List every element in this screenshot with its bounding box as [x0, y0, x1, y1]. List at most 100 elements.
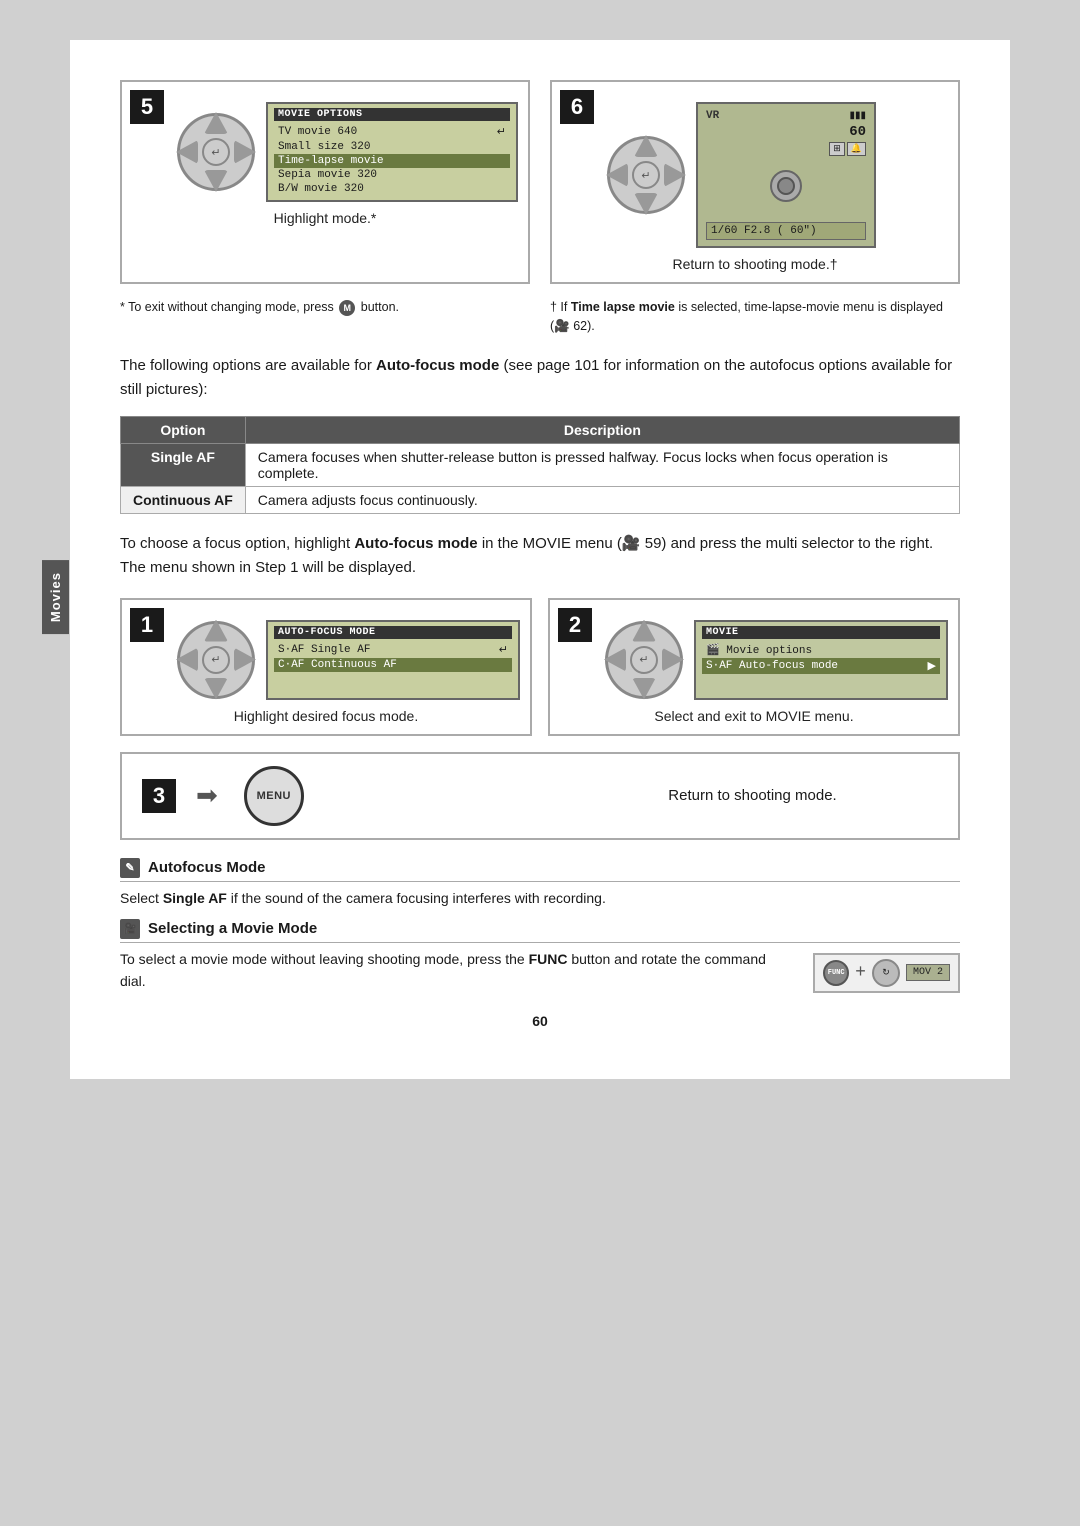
menu-icon-inline: M [339, 300, 355, 316]
footnote-2: † If Time lapse movie is selected, time-… [550, 298, 960, 336]
menu-button[interactable]: MENU [244, 766, 304, 826]
focus-pre: To choose a focus option, highlight [120, 535, 354, 552]
footnote-1-text: To exit without changing mode, press [128, 300, 334, 314]
tip-selecting-header: 🎥 Selecting a Movie Mode [120, 919, 960, 943]
lcd-5-item-3: Sepia movie 320 [274, 168, 510, 182]
lcd-1: AUTO-FOCUS MODE S·AF Single AF ↵ C·AF Co… [266, 620, 520, 700]
step-6-number: 6 [560, 90, 594, 124]
camera-screen-6: VR ▮▮▮ 60 ⊞ 🔔 1/60 F2.8 ( [696, 102, 876, 248]
tip-autofocus-header: ✎ Autofocus Mode [120, 858, 960, 882]
tip-autofocus-icon: ✎ [120, 858, 140, 878]
tip-autofocus: ✎ Autofocus Mode Select Single AF if the… [120, 858, 960, 909]
lcd-5: MOVIE OPTIONS TV movie 640 ↵ Small size … [266, 102, 518, 202]
battery-icon: ▮▮▮ [849, 110, 866, 122]
lcd-2-item-0: 🎬 Movie options [702, 642, 940, 658]
dpad-6-center[interactable]: ↵ [632, 161, 660, 189]
af-steps-row: 1 ↵ AUTO-FOCUS MODE S·AF Single AF ↵ C·A… [120, 598, 960, 736]
step-3-number: 3 [142, 779, 176, 813]
lcd-5-item-1: Small size 320 [274, 140, 510, 154]
lcd-1-item-1: C·AF Continuous AF [274, 658, 512, 672]
lens-icon [770, 170, 802, 202]
table-row-1-desc: Camera focuses when shutter-release butt… [245, 443, 959, 486]
focus-text: To choose a focus option, highlight Auto… [120, 532, 960, 580]
desc-bold: Auto-focus mode [376, 357, 499, 374]
step-5-box: 5 ↵ MOVIE OPTIONS TV movie 640 ↵ Small s… [120, 80, 530, 284]
lcd-2-item-1: S·AF Auto-focus mode▶ [702, 658, 940, 674]
tip-af-bold: Single AF [163, 890, 227, 906]
lcd-5-item-4: B/W movie 320 [274, 182, 510, 196]
step-1-box: 1 ↵ AUTO-FOCUS MODE S·AF Single AF ↵ C·A… [120, 598, 532, 736]
dpad-1: ↵ [176, 620, 256, 700]
step-3-row: 3 ➡ MENU Return to shooting mode. [120, 752, 960, 840]
step-6-caption: Return to shooting mode.† [562, 256, 948, 272]
command-dial-icon: ↻ [872, 959, 900, 987]
lcd-2: MOVIE 🎬 Movie options S·AF Auto-focus mo… [694, 620, 948, 700]
icon1: ⊞ [829, 142, 845, 156]
dpad-6: ↵ [606, 135, 686, 215]
lcd-5-item-0: TV movie 640 ↵ [274, 124, 510, 140]
lcd-5-item-2: Time-lapse movie [274, 154, 510, 168]
icon2: 🔔 [847, 142, 866, 156]
table-row-1: Single AF Camera focuses when shutter-re… [121, 443, 960, 486]
footnote-1-text2: button. [361, 300, 399, 314]
shooting-info: 1/60 F2.8 ( 60") [706, 222, 866, 240]
desc-paragraph: The following options are available for … [120, 354, 960, 402]
step-1-content: ↵ AUTO-FOCUS MODE S·AF Single AF ↵ C·AF … [132, 610, 520, 700]
tip-autofocus-text: Select Single AF if the sound of the cam… [120, 887, 960, 909]
page-number: 60 [120, 1013, 960, 1029]
table-row-2-desc: Camera adjusts focus continuously. [245, 486, 959, 513]
step-3-content: ➡ MENU [176, 766, 567, 826]
vr-label: VR [706, 110, 719, 156]
step-3-caption-area: Return to shooting mode. [567, 787, 938, 804]
lcd-5-title: MOVIE OPTIONS [274, 108, 510, 121]
step-6-box: 6 ↵ VR ▮▮▮ 60 [550, 80, 960, 284]
steps-row-top: 5 ↵ MOVIE OPTIONS TV movie 640 ↵ Small s… [120, 80, 960, 284]
lcd-1-title: AUTO-FOCUS MODE [274, 626, 512, 639]
footnote-1: * To exit without changing mode, press M… [120, 298, 530, 336]
lcd-2-title: MOVIE [702, 626, 940, 639]
dpad-1-center[interactable]: ↵ [202, 646, 230, 674]
step-1-number: 1 [130, 608, 164, 642]
table-row-2-option: Continuous AF [121, 486, 246, 513]
table-row-2: Continuous AF Camera adjusts focus conti… [121, 486, 960, 513]
step-2-box: 2 ↵ MOVIE 🎬 Movie options S·AF Auto-focu… [548, 598, 960, 736]
step-5-number: 5 [130, 90, 164, 124]
bottom-camera-image: FUNC + ↻ MOV 2 [813, 953, 960, 993]
step-6-content: ↵ VR ▮▮▮ 60 ⊞ 🔔 [562, 92, 948, 248]
step-5-content: ↵ MOVIE OPTIONS TV movie 640 ↵ Small siz… [132, 92, 518, 202]
func-button-icon: FUNC [823, 960, 849, 986]
options-table: Option Description Single AF Camera focu… [120, 416, 960, 514]
focus-bold: Auto-focus mode [354, 535, 477, 552]
footnote-2-bold: Time lapse movie [571, 300, 675, 314]
desc-pre: The following options are available for [120, 357, 376, 374]
step-2-content: ↵ MOVIE 🎬 Movie options S·AF Auto-focus … [560, 610, 948, 700]
tip-selecting-text: To select a movie mode without leaving s… [120, 948, 793, 993]
side-tab: Movies [42, 560, 69, 634]
dpad-5: ↵ [176, 112, 256, 192]
lcd-1-item-0: S·AF Single AF ↵ [274, 642, 512, 658]
dpad-center[interactable]: ↵ [202, 138, 230, 166]
page-content: Movies 5 ↵ MOVIE OPTIONS TV movie 640 ↵ [70, 40, 1010, 1079]
mode-display: MOV 2 [906, 964, 950, 981]
tip-sel-bold: FUNC [529, 951, 568, 967]
step-3-caption: Return to shooting mode. [668, 787, 836, 804]
tip-sel-pre: To select a movie mode without leaving s… [120, 951, 529, 967]
lens-inner [777, 177, 795, 195]
table-col2-header: Description [245, 416, 959, 443]
bottom-row: To select a movie mode without leaving s… [120, 948, 960, 993]
plus-icon: + [855, 963, 866, 983]
cam-icons: ▮▮▮ 60 ⊞ 🔔 [829, 110, 866, 156]
dpad-2: ↵ [604, 620, 684, 700]
step-2-caption: Select and exit to MOVIE menu. [560, 708, 948, 724]
tip-autofocus-title: Autofocus Mode [148, 859, 266, 876]
tip-af-post: if the sound of the camera focusing inte… [227, 890, 606, 906]
footnote-2-symbol: † If [550, 300, 571, 314]
counter-display: 60 [849, 124, 866, 140]
footnotes: * To exit without changing mode, press M… [120, 298, 960, 336]
tip-selecting-icon: 🎥 [120, 919, 140, 939]
table-col1-header: Option [121, 416, 246, 443]
dpad-2-center[interactable]: ↵ [630, 646, 658, 674]
step-2-number: 2 [558, 608, 592, 642]
table-row-1-option: Single AF [121, 443, 246, 486]
step-1-caption: Highlight desired focus mode. [132, 708, 520, 724]
